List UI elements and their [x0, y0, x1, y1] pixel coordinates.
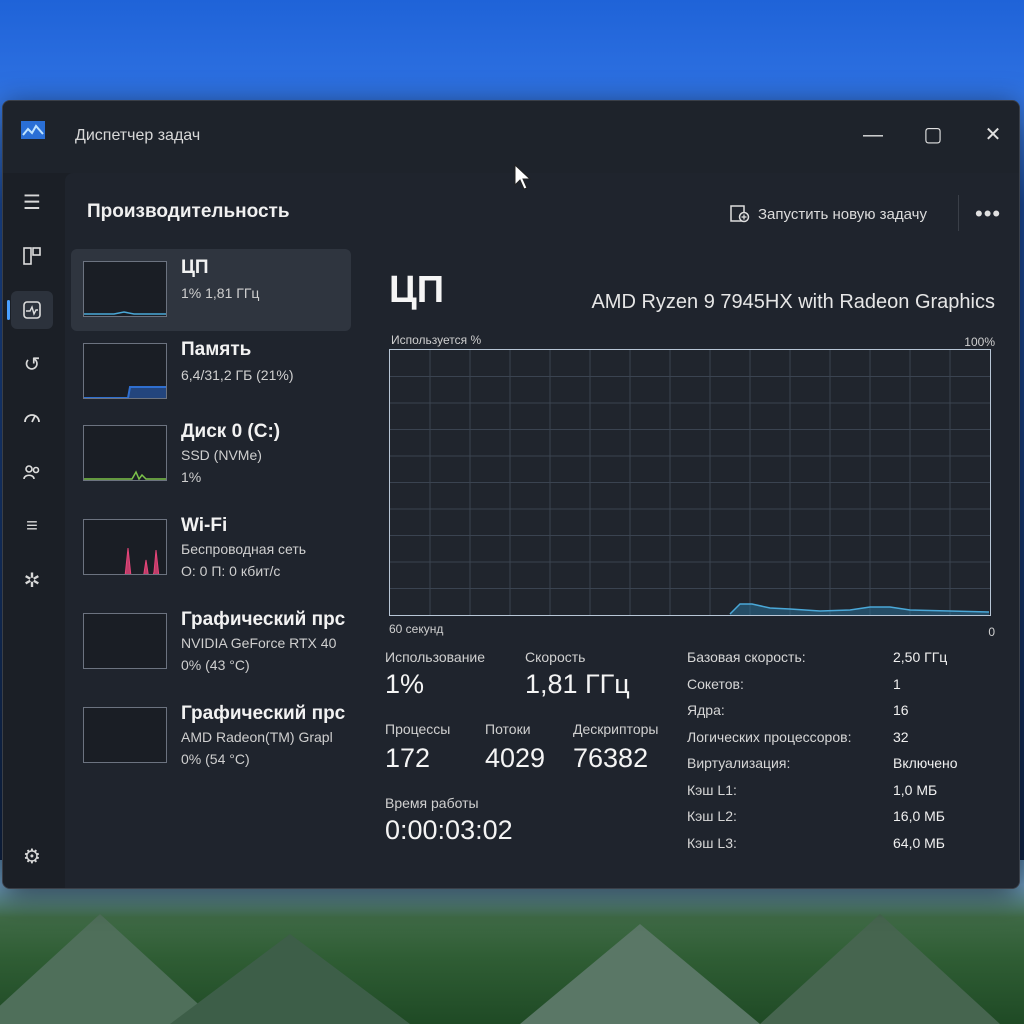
settings-icon[interactable]: ⚙ — [11, 837, 53, 875]
run-new-task-button[interactable]: Запустить новую задачу — [730, 205, 927, 223]
processes-label: Процессы — [385, 721, 451, 737]
title-bar[interactable]: Диспетчер задач — ▢ ✕ — [3, 101, 1019, 173]
close-button[interactable]: ✕ — [973, 119, 1013, 151]
device-name: Память — [181, 339, 252, 360]
task-manager-window: Диспетчер задач — ▢ ✕ ☰ ↺ ≡ ✲ ⚙ Производ… — [2, 100, 1020, 889]
spec-label: Сокетов: — [687, 675, 744, 692]
maximize-button[interactable]: ▢ — [913, 119, 953, 151]
cpu-model-name: AMD Ryzen 9 7945HX with Radeon Graphics — [591, 291, 995, 313]
device-detail-secondary: 0% (54 °C) — [181, 751, 250, 767]
performance-icon[interactable] — [7, 291, 53, 329]
spec-value: 64,0 МБ — [893, 834, 945, 851]
window-title: Диспетчер задач — [75, 127, 201, 144]
usage-value: 1% — [385, 669, 425, 699]
minimize-button[interactable]: — — [853, 119, 893, 151]
navigation-sidebar: ☰ ↺ ≡ ✲ ⚙ — [3, 173, 63, 888]
device-detail-secondary: О: 0 П: 0 кбит/с — [181, 563, 281, 579]
wifi-thumbnail-graph — [83, 519, 167, 575]
speed-label: Скорость — [525, 649, 586, 665]
app-history-icon[interactable]: ↺ — [11, 345, 53, 383]
device-name: ЦП — [181, 257, 209, 278]
spec-label: Логических процессоров: — [687, 728, 852, 745]
spec-value: 16 — [893, 702, 909, 718]
uptime-label: Время работы — [385, 795, 479, 811]
device-detail: Беспроводная сеть — [181, 541, 307, 557]
spec-label: Кэш L2: — [687, 808, 737, 824]
spec-label: Кэш L3: — [687, 834, 737, 851]
cpu-usage-graph — [389, 349, 991, 616]
graph-max-label: 100% — [964, 335, 995, 349]
device-memory[interactable]: Память 6,4/31,2 ГБ (21%) — [71, 331, 351, 413]
gpu0-thumbnail-graph — [83, 613, 167, 669]
device-name: Графический прс — [181, 609, 346, 630]
device-wifi[interactable]: Wi-Fi Беспроводная сеть О: 0 П: 0 кбит/с — [71, 507, 351, 589]
device-detail: AMD Radeon(TM) Grapl — [181, 729, 333, 745]
spec-label: Виртуализация: — [687, 755, 791, 771]
device-cpu[interactable]: ЦП 1% 1,81 ГГц — [71, 249, 351, 331]
handles-label: Дескрипторы — [573, 721, 659, 737]
more-options-button[interactable]: ••• — [975, 201, 1001, 227]
task-manager-app-icon — [21, 121, 45, 139]
spec-value: Включено — [893, 755, 958, 771]
usage-label: Использование — [385, 649, 486, 665]
detail-title: ЦП — [389, 269, 445, 311]
processes-icon[interactable] — [11, 237, 53, 275]
device-detail: 1% 1,81 ГГц — [181, 285, 260, 301]
spec-value: 1 — [893, 675, 901, 692]
mouse-cursor — [514, 164, 532, 190]
device-detail: SSD (NVMe) — [181, 447, 262, 463]
spec-value: 32 — [893, 728, 909, 745]
spec-label: Ядра: — [687, 702, 725, 718]
spec-value: 1,0 МБ — [893, 781, 938, 798]
details-icon[interactable]: ≡ — [11, 507, 53, 545]
device-name: Wi-Fi — [181, 515, 228, 536]
menu-icon[interactable]: ☰ — [11, 183, 53, 221]
disk-thumbnail-graph — [83, 425, 167, 481]
performance-page: Производительность Запустить новую задач… — [65, 173, 1019, 888]
spec-value: 2,50 ГГц — [893, 649, 948, 665]
startup-icon[interactable] — [11, 399, 53, 437]
gpu1-thumbnail-graph — [83, 707, 167, 763]
device-detail: 6,4/31,2 ГБ (21%) — [181, 367, 294, 383]
device-gpu-0[interactable]: Графический прс NVIDIA GeForce RTX 40 0%… — [71, 601, 351, 683]
device-name: Графический прс — [181, 703, 346, 724]
graph-min-label: 0 — [988, 625, 995, 639]
cpu-thumbnail-graph — [83, 261, 167, 317]
page-title: Производительность — [87, 201, 290, 222]
graph-time-label: 60 секунд — [389, 622, 444, 636]
spec-value: 16,0 МБ — [893, 808, 945, 824]
handles-value: 76382 — [573, 743, 649, 773]
spec-label: Кэш L1: — [687, 781, 737, 798]
spec-label: Базовая скорость: — [687, 649, 806, 665]
uptime-value: 0:00:03:02 — [385, 815, 513, 845]
device-detail-secondary: 0% (43 °C) — [181, 657, 250, 673]
page-header: Производительность Запустить новую задач… — [65, 173, 1019, 237]
graph-y-label: Используется % — [391, 333, 482, 347]
device-name: Диск 0 (C:) — [181, 421, 281, 442]
new-task-icon — [730, 205, 750, 223]
users-icon[interactable] — [11, 453, 53, 491]
device-detail-secondary: 1% — [181, 469, 202, 485]
device-gpu-1[interactable]: Графический прс AMD Radeon(TM) Grapl 0% … — [71, 695, 351, 777]
processes-value: 172 — [385, 743, 431, 773]
device-disk[interactable]: Диск 0 (C:) SSD (NVMe) 1% — [71, 413, 351, 495]
header-divider — [958, 195, 959, 231]
services-icon[interactable]: ✲ — [11, 561, 53, 599]
run-new-task-label: Запустить новую задачу — [758, 205, 927, 223]
speed-value: 1,81 ГГц — [525, 669, 630, 699]
threads-label: Потоки — [485, 721, 531, 737]
memory-thumbnail-graph — [83, 343, 167, 399]
device-detail: NVIDIA GeForce RTX 40 — [181, 635, 337, 651]
threads-value: 4029 — [485, 743, 546, 773]
